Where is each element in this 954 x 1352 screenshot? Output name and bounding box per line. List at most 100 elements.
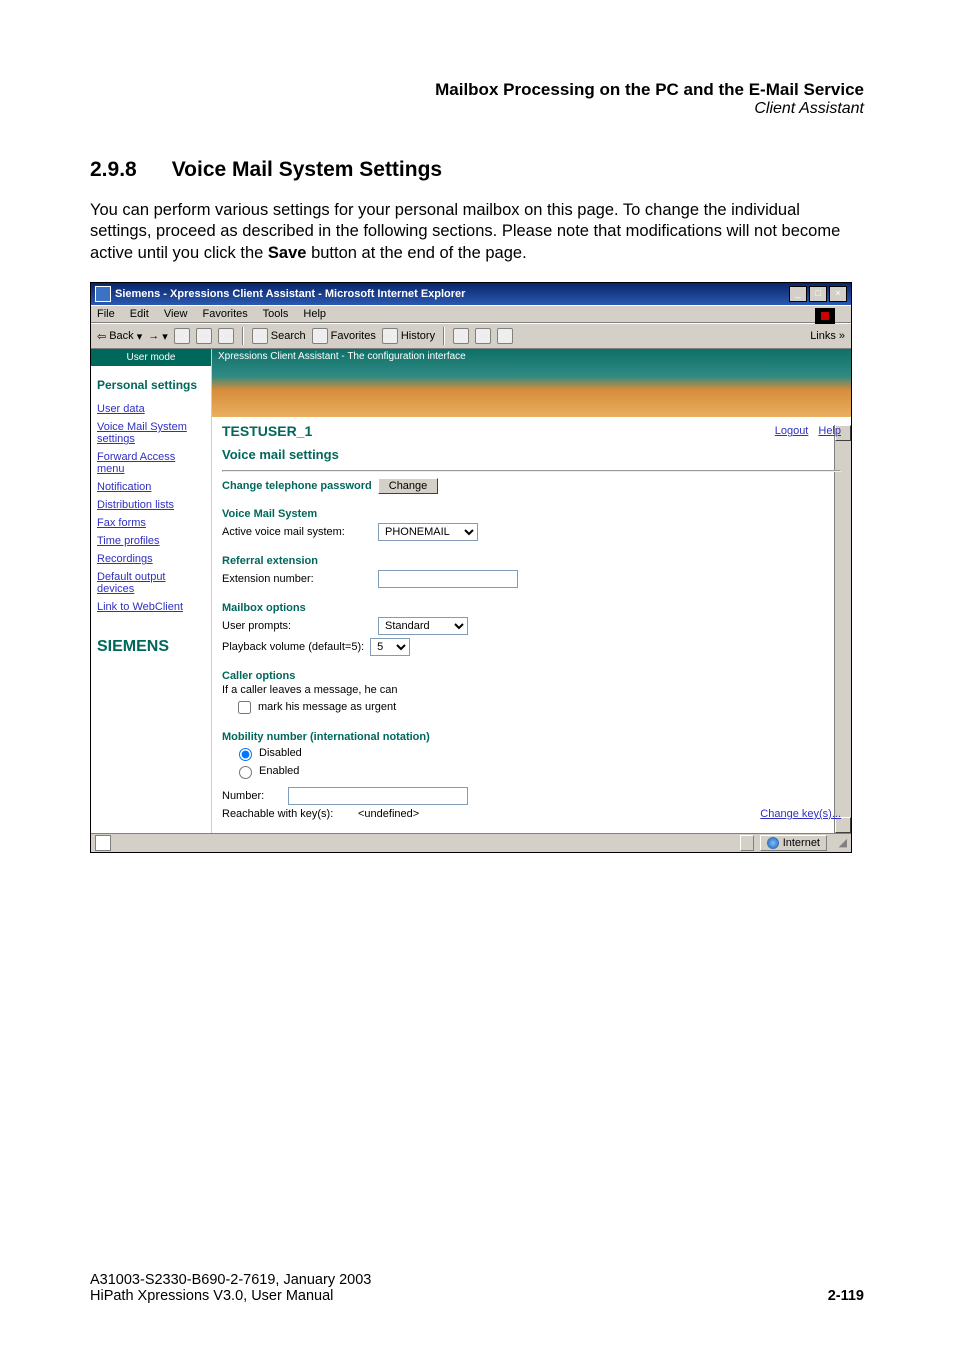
extension-number-input[interactable] [378, 570, 518, 588]
menu-favorites[interactable]: Favorites [203, 308, 248, 320]
banner-image: Xpressions Client Assistant - The config… [212, 349, 851, 417]
back-arrow-icon: ⇦ [97, 330, 106, 343]
help-link[interactable]: Help [818, 425, 841, 437]
change-password-label: Change telephone password [222, 480, 372, 492]
sidebar-item-link-to-webclient[interactable]: Link to WebClient [91, 598, 211, 616]
sidebar-item-time-profiles[interactable]: Time profiles [91, 532, 211, 550]
forward-button[interactable]: → ▾ [148, 330, 168, 343]
caller-description: If a caller leaves a message, he can [222, 684, 841, 696]
userprompts-label: User prompts: [222, 620, 372, 632]
vms-heading: Voice Mail System [222, 508, 841, 520]
stop-icon[interactable] [174, 328, 190, 344]
playback-label: Playback volume (default=5): [222, 641, 364, 653]
menu-tools[interactable]: Tools [263, 308, 289, 320]
section-body: You can perform various settings for you… [90, 200, 864, 264]
internet-zone-icon [767, 837, 779, 849]
history-icon [382, 328, 398, 344]
back-label: Back [109, 330, 133, 342]
sidebar-item-default-output-devices[interactable]: Default output devices [91, 568, 211, 598]
sidebar-item-recordings[interactable]: Recordings [91, 550, 211, 568]
favorites-button[interactable]: Favorites [312, 328, 376, 344]
mobility-enabled-radio[interactable] [239, 766, 252, 779]
main-panel: Xpressions Client Assistant - The config… [212, 349, 851, 833]
referral-heading: Referral extension [222, 555, 841, 567]
page-number: 2-119 [828, 1288, 864, 1304]
sidebar-item-fax-forms[interactable]: Fax forms [91, 514, 211, 532]
favorites-icon [312, 328, 328, 344]
mark-urgent-label: mark his message as urgent [258, 701, 396, 713]
content-area: User mode Personal settings User data Vo… [91, 349, 851, 833]
close-button[interactable]: × [829, 286, 847, 302]
back-button[interactable]: ⇦ Back ▾ [97, 330, 142, 343]
browser-window: Siemens - Xpressions Client Assistant - … [90, 282, 852, 853]
history-button[interactable]: History [382, 328, 435, 344]
status-zone-pane: Internet [760, 835, 827, 851]
logout-link[interactable]: Logout [775, 425, 809, 437]
ie-icon [95, 286, 111, 302]
links-label: Links [810, 330, 836, 342]
mobility-number-input[interactable] [288, 787, 468, 805]
footer-line1: A31003-S2330-B690-2-7619, January 2003 [90, 1272, 371, 1288]
toolbar: ⇦ Back ▾ → ▾ Search Favorites History Li… [91, 323, 851, 349]
back-dropdown-icon: ▾ [137, 330, 143, 343]
mobility-heading: Mobility number (international notation) [222, 731, 841, 743]
section-title: Voice Mail System Settings [172, 158, 442, 181]
siemens-brand: SIEMENS [91, 616, 211, 678]
forward-dropdown-icon: ▾ [162, 330, 168, 343]
sidebar-item-user-data[interactable]: User data [91, 400, 211, 418]
mail-icon[interactable] [453, 328, 469, 344]
forward-arrow-icon: → [148, 330, 159, 342]
mobility-number-label: Number: [222, 790, 282, 802]
change-keys-link[interactable]: Change key(s)... [760, 808, 841, 820]
change-password-button[interactable]: Change [378, 478, 439, 494]
menu-edit[interactable]: Edit [130, 308, 149, 320]
section-heading: 2.9.8 Voice Mail System Settings [90, 158, 864, 182]
footer-info: A31003-S2330-B690-2-7619, January 2003 H… [90, 1272, 371, 1304]
favorites-label: Favorites [331, 330, 376, 342]
print-icon[interactable] [475, 328, 491, 344]
vms-active-label: Active voice mail system: [222, 526, 372, 538]
refresh-icon[interactable] [196, 328, 212, 344]
playback-volume-select[interactable]: 5 [370, 638, 410, 656]
section-number: 2.9.8 [90, 158, 137, 181]
body-text-strong: Save [268, 244, 307, 262]
menu-file[interactable]: File [97, 308, 115, 320]
sidebar-tab-user-mode[interactable]: User mode [91, 349, 211, 366]
status-zone-text: Internet [783, 837, 820, 849]
links-button[interactable]: Links » [810, 330, 845, 342]
maximize-button[interactable]: □ [809, 286, 827, 302]
user-bar: TESTUSER_1 Logout Help [222, 423, 841, 439]
sidebar-item-voice-mail-settings[interactable]: Voice Mail System settings [91, 418, 211, 448]
search-button[interactable]: Search [252, 328, 306, 344]
menu-view[interactable]: View [164, 308, 188, 320]
edit-icon[interactable] [497, 328, 513, 344]
menubar: File Edit View Favorites Tools Help [91, 305, 851, 323]
mobility-enabled-label: Enabled [259, 765, 299, 777]
userprompts-select[interactable]: Standard [378, 617, 468, 635]
history-label: History [401, 330, 435, 342]
chapter-title: Mailbox Processing on the PC and the E-M… [90, 80, 864, 100]
sidebar-item-notification[interactable]: Notification [91, 478, 211, 496]
links-chevron-icon: » [839, 330, 845, 342]
statusbar: Internet ◢ [91, 833, 851, 852]
referral-label: Extension number: [222, 573, 372, 585]
sidebar-item-distribution-lists[interactable]: Distribution lists [91, 496, 211, 514]
main-title: Voice mail settings [222, 447, 841, 462]
mobility-disabled-radio[interactable] [239, 748, 252, 761]
mark-urgent-checkbox[interactable] [238, 701, 251, 714]
home-icon[interactable] [218, 328, 234, 344]
sidebar-heading: Personal settings [91, 366, 211, 400]
sidebar-item-forward-access-menu[interactable]: Forward Access menu [91, 448, 211, 478]
footer-line2: HiPath Xpressions V3.0, User Manual [90, 1288, 371, 1304]
username: TESTUSER_1 [222, 423, 765, 439]
menu-help[interactable]: Help [303, 308, 326, 320]
banner-caption: Xpressions Client Assistant - The config… [218, 351, 466, 362]
vms-active-select[interactable]: PHONEMAIL [378, 523, 478, 541]
search-icon [252, 328, 268, 344]
mbox-heading: Mailbox options [222, 602, 841, 614]
resize-grip-icon[interactable]: ◢ [833, 836, 847, 849]
minimize-button[interactable]: _ [789, 286, 807, 302]
mobility-disabled-label: Disabled [259, 747, 302, 759]
chapter-subsection: Client Assistant [90, 100, 864, 118]
reachable-value: <undefined> [358, 808, 419, 820]
